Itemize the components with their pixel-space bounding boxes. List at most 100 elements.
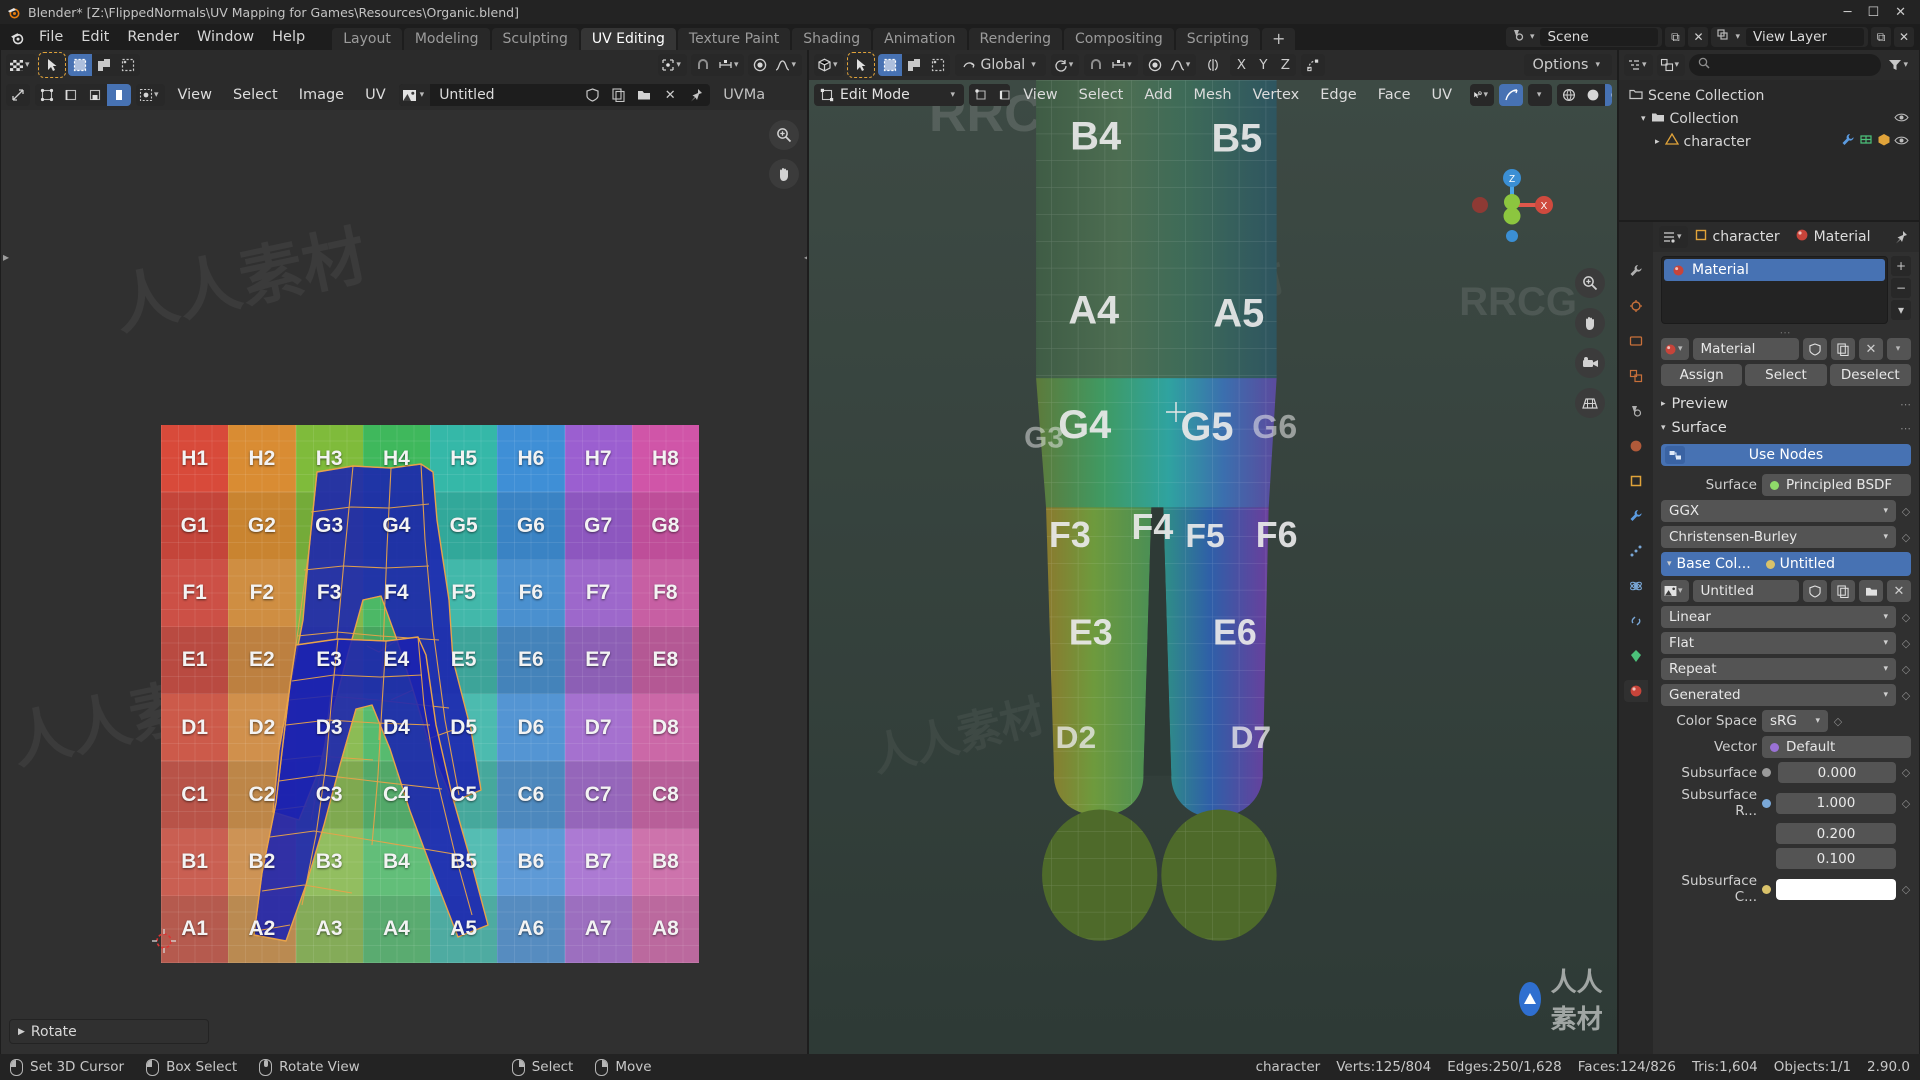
- workspace-tab-scripting[interactable]: Scripting: [1175, 28, 1261, 50]
- workspace-tab-shading[interactable]: Shading: [792, 28, 872, 50]
- workspace-tab-uv-editing[interactable]: UV Editing: [580, 28, 676, 50]
- magnet-icon[interactable]: [690, 54, 715, 76]
- assign-button[interactable]: Assign: [1661, 364, 1743, 386]
- viewlayer-name[interactable]: View Layer: [1746, 28, 1864, 46]
- material-icon[interactable]: [1877, 133, 1891, 150]
- subsurface-value-field[interactable]: 0.000: [1778, 762, 1896, 783]
- material-browse-button[interactable]: ▾: [1661, 338, 1689, 360]
- menu-window[interactable]: Window: [188, 24, 263, 50]
- source-selector[interactable]: Generated ▾: [1661, 684, 1896, 706]
- viewport-menu-edge[interactable]: Edge: [1312, 84, 1365, 106]
- shield-icon[interactable]: [1803, 580, 1827, 602]
- options-dropdown[interactable]: Options ▾: [1523, 54, 1612, 76]
- uv-menu-image[interactable]: Image: [291, 84, 352, 106]
- properties-tab-physics[interactable]: [1624, 575, 1648, 597]
- animate-decorator-icon[interactable]: ◇: [1833, 715, 1843, 728]
- auto-merge-icon[interactable]: [1301, 54, 1326, 76]
- visibility-eye-icon[interactable]: [1894, 135, 1909, 149]
- outliner-row-collection[interactable]: ▾ Collection: [1619, 107, 1919, 130]
- properties-tab-data[interactable]: [1624, 645, 1648, 667]
- new-image-button[interactable]: [1831, 580, 1855, 602]
- breadcrumb-object-name[interactable]: character: [1713, 229, 1780, 245]
- cursor-tool-icon[interactable]: [37, 52, 66, 78]
- uv-left-collapse-arrow[interactable]: ▸: [3, 250, 9, 264]
- workspace-tab-layout[interactable]: Layout: [332, 28, 402, 50]
- subsurface-method-selector[interactable]: Christensen-Burley ▾: [1661, 526, 1896, 548]
- viewport-menu-face[interactable]: Face: [1370, 84, 1419, 106]
- remove-material-slot-button[interactable]: −: [1891, 278, 1911, 298]
- viewport-select-lasso-icon[interactable]: [925, 54, 950, 76]
- mesh-visibility-icon[interactable]: ▾: [1470, 84, 1495, 106]
- folder-icon[interactable]: [632, 84, 656, 106]
- properties-tab-scene[interactable]: [1624, 400, 1648, 422]
- proportional-edit-icon[interactable]: [748, 54, 773, 76]
- material-shading-icon[interactable]: [1605, 84, 1612, 106]
- menu-edit[interactable]: Edit: [72, 24, 118, 50]
- menu-render[interactable]: Render: [118, 24, 188, 50]
- sticky-selection-icon[interactable]: ▾: [136, 84, 165, 106]
- workspace-tab-animation[interactable]: Animation: [873, 28, 967, 50]
- viewport-menu-mesh[interactable]: Mesh: [1185, 84, 1239, 106]
- mirror-axis-y[interactable]: Y: [1252, 54, 1275, 76]
- viewport-select-box-icon[interactable]: [901, 54, 926, 76]
- distribution-selector[interactable]: GGX ▾: [1661, 500, 1896, 522]
- mesh-data-icon[interactable]: [1859, 133, 1873, 150]
- smooth-falloff-icon[interactable]: ▾: [772, 54, 802, 76]
- color-space-selector[interactable]: sRG ▾: [1762, 710, 1828, 732]
- chevron-down-icon[interactable]: ▾: [1641, 114, 1646, 124]
- material-slot-item[interactable]: Material: [1664, 259, 1885, 281]
- base-color-image-name[interactable]: Untitled: [1692, 580, 1799, 602]
- tweak-select-icon[interactable]: [67, 54, 92, 76]
- uv-menu-select[interactable]: Select: [225, 84, 286, 106]
- hand-icon[interactable]: [769, 159, 799, 189]
- properties-tab-modifier[interactable]: [1624, 505, 1648, 527]
- properties-tab-view-layer[interactable]: [1624, 365, 1648, 387]
- extension-selector[interactable]: Repeat ▾: [1661, 658, 1896, 680]
- uv-canvas[interactable]: 人人素材 人人素材 ▸ ◂ H1 H2 H3 H4 H5 H6 H7 H8 G1 G2 G3 G4 G5…: [1, 110, 807, 1054]
- image-name[interactable]: Untitled: [430, 87, 580, 103]
- mesh-edge-select-icon[interactable]: [993, 84, 1011, 106]
- properties-tab-world[interactable]: [1624, 435, 1648, 457]
- outliner-row-scene-collection[interactable]: Scene Collection: [1619, 84, 1919, 107]
- properties-tab-output[interactable]: [1624, 330, 1648, 352]
- uv-menu-view[interactable]: View: [170, 84, 220, 106]
- select-button[interactable]: Select: [1745, 364, 1827, 386]
- filter-icon[interactable]: ▾: [1885, 54, 1914, 76]
- properties-tab-material[interactable]: [1624, 680, 1648, 702]
- animate-decorator-icon[interactable]: ◇: [1901, 766, 1911, 779]
- add-workspace-button[interactable]: +: [1262, 28, 1296, 50]
- vertex-select-icon[interactable]: [35, 84, 59, 106]
- pin-icon[interactable]: [684, 84, 708, 106]
- outliner-row-character[interactable]: ▸ character: [1619, 130, 1919, 153]
- properties-tab-particles[interactable]: [1624, 540, 1648, 562]
- shield-icon[interactable]: [1803, 338, 1827, 360]
- workspace-tab-rendering[interactable]: Rendering: [968, 28, 1063, 50]
- outliner-search-input[interactable]: [1689, 54, 1882, 76]
- animate-decorator-icon[interactable]: ◇: [1901, 531, 1911, 544]
- transform-orientation-selector[interactable]: Global ▾: [954, 54, 1046, 76]
- breadcrumb-material-name[interactable]: Material: [1814, 229, 1871, 245]
- mirror-icon[interactable]: [1201, 54, 1225, 76]
- menu-file[interactable]: File: [30, 24, 72, 50]
- animate-decorator-icon[interactable]: ◇: [1901, 883, 1911, 896]
- viewport-menu-vertex[interactable]: Vertex: [1245, 84, 1308, 106]
- blender-icon[interactable]: [4, 24, 30, 50]
- animate-decorator-icon[interactable]: ◇: [1901, 663, 1911, 676]
- maximize-button[interactable]: ☐: [1867, 5, 1879, 20]
- edge-select-icon[interactable]: [59, 84, 83, 106]
- workspace-tab-modeling[interactable]: Modeling: [403, 28, 490, 50]
- unlink-image-button[interactable]: ✕: [1887, 580, 1911, 602]
- viewport-smooth-falloff-icon[interactable]: ▾: [1166, 54, 1197, 76]
- face-select-icon[interactable]: [83, 84, 107, 106]
- chevron-right-icon[interactable]: ▸: [1655, 137, 1660, 147]
- visibility-eye-icon[interactable]: [1894, 112, 1909, 126]
- viewport-menu-add[interactable]: Add: [1136, 84, 1180, 106]
- outliner-display-mode-icon[interactable]: ▾: [1656, 54, 1686, 76]
- material-specials-menu[interactable]: ▾: [1887, 338, 1911, 360]
- workspace-tab-compositing[interactable]: Compositing: [1064, 28, 1174, 50]
- animate-decorator-icon[interactable]: ◇: [1901, 611, 1911, 624]
- pin-icon[interactable]: [1889, 226, 1913, 248]
- subsurface-radius-z[interactable]: 0.100: [1776, 848, 1896, 869]
- subsurface-radius-x[interactable]: 1.000: [1776, 792, 1896, 814]
- workspace-tab-texture-paint[interactable]: Texture Paint: [677, 28, 791, 50]
